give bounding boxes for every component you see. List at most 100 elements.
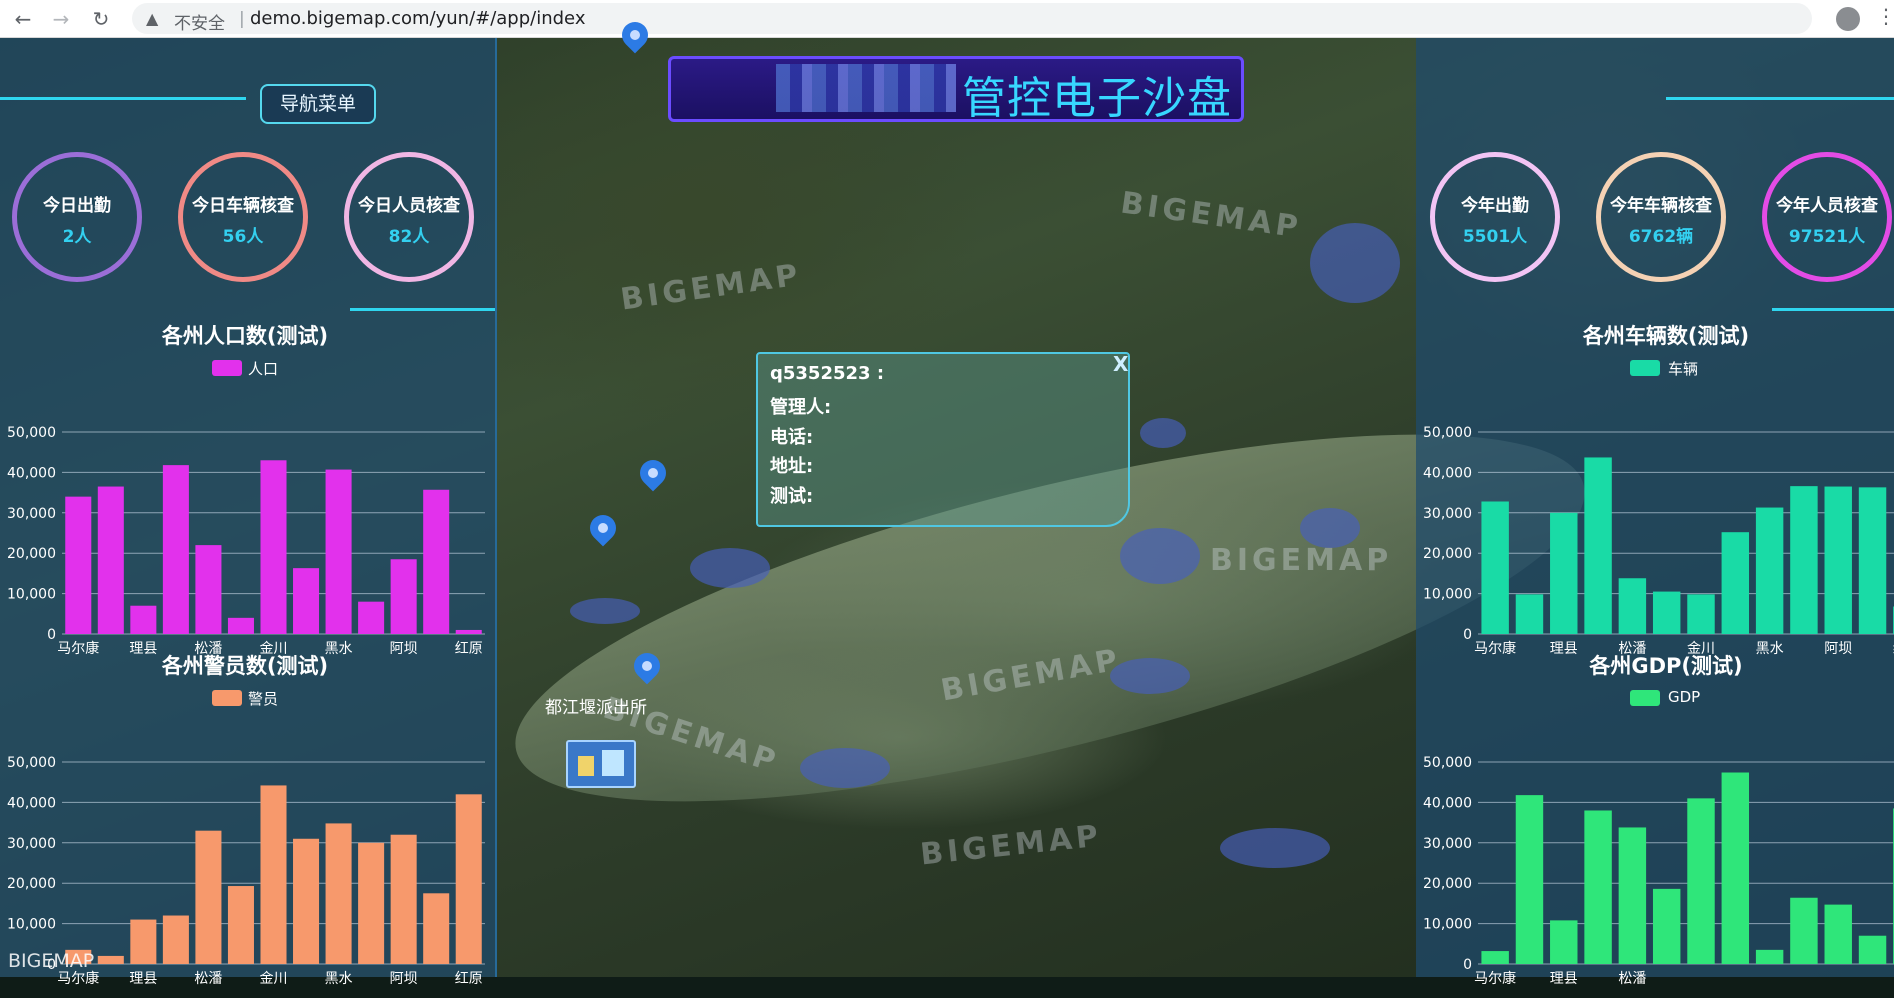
bar	[1755, 949, 1784, 964]
bar	[1652, 591, 1681, 634]
police-station-icon[interactable]	[566, 740, 636, 788]
bar	[227, 617, 254, 634]
bar	[1618, 827, 1647, 964]
water-area	[1220, 828, 1330, 868]
bar	[227, 886, 254, 964]
stat-label: 今年车辆核查	[1610, 196, 1712, 216]
water-area	[1120, 528, 1200, 584]
bar	[1721, 532, 1750, 634]
close-icon[interactable]: X	[1113, 352, 1128, 376]
avatar-icon[interactable]	[1836, 7, 1860, 31]
water-area	[1140, 418, 1186, 448]
bar	[1515, 795, 1544, 964]
chart-title-vehicles: 各州车辆数(测试)	[1582, 324, 1750, 348]
warning-icon[interactable]: ▲	[146, 9, 158, 28]
stat-label: 今日人员核查	[358, 196, 460, 216]
bar	[293, 568, 320, 634]
browser-toolbar: ← → ↻ ▲ 不安全 | demo.bigemap.com/yun/#/app…	[0, 0, 1894, 38]
bar	[1790, 897, 1818, 964]
bar	[1687, 594, 1715, 634]
legend-label: 车辆	[1668, 360, 1699, 378]
y-tick-label: 30,000	[7, 836, 56, 852]
panel-divider	[1666, 97, 1894, 100]
water-area	[690, 548, 770, 588]
y-tick-label: 30,000	[7, 506, 56, 522]
station-label: 都江堰派出所	[545, 698, 647, 718]
bar	[1550, 920, 1578, 964]
y-tick-label: 20,000	[7, 546, 56, 562]
bigemap-logo: BIGEMAP	[8, 950, 95, 972]
x-tick-label: 马尔康	[1474, 970, 1516, 987]
url-text[interactable]: demo.bigemap.com/yun/#/app/index	[250, 8, 585, 29]
stat-ring-today-vehicles: 今日车辆核查 56人	[178, 152, 308, 282]
legend-label: GDP	[1668, 688, 1701, 706]
bar	[1584, 810, 1612, 964]
arrow-left-icon[interactable]: ←	[10, 6, 36, 32]
x-tick-label: 理县	[1550, 971, 1578, 987]
bar	[1755, 507, 1784, 634]
legend-swatch	[212, 690, 242, 706]
stat-value: 97521人	[1788, 227, 1866, 247]
map-watermark: BIGEMAP	[1210, 543, 1393, 578]
redacted-text	[776, 64, 956, 112]
legend-label: 人口	[248, 360, 279, 378]
bar	[162, 465, 189, 634]
bar	[358, 601, 385, 634]
left-panel: 导航菜单 今日出勤 2人 今日车辆核查 56人 今日人员核查 82人 各州人口数…	[0, 38, 497, 987]
stat-label: 今年出勤	[1461, 196, 1529, 216]
legend-swatch	[212, 360, 242, 376]
bar	[1824, 904, 1852, 964]
bar	[325, 469, 352, 634]
vehicles-bar-chart: 50,00040,00030,00020,00010,0000马尔康 理县 松潘 金川…	[1423, 425, 1894, 657]
door	[578, 756, 594, 776]
bar	[65, 496, 92, 634]
x-tick-label: 马尔康	[57, 970, 99, 987]
stat-value: 6762辆	[1628, 227, 1694, 247]
bar	[455, 794, 482, 964]
legend-label: 警员	[248, 690, 279, 708]
y-tick-label: 30,000	[1423, 836, 1472, 852]
arrow-right-icon[interactable]: →	[48, 6, 74, 32]
more-vertical-icon[interactable]: ⋮	[1876, 4, 1894, 28]
reload-icon[interactable]: ↻	[88, 6, 114, 32]
bar	[1824, 486, 1852, 634]
stat-value: 5501人	[1462, 227, 1528, 247]
x-tick-label: 阿坝	[390, 971, 418, 987]
bar	[1481, 501, 1509, 634]
legend-swatch	[1630, 690, 1660, 706]
bar	[195, 545, 222, 634]
right-panel: 今年出勤 5501人 今年车辆核查 6762辆 今年人员核查 97521人 各州…	[1416, 38, 1894, 987]
chart-title-gdp: 各州GDP(测试)	[1589, 654, 1743, 678]
y-tick-label: 50,000	[1423, 425, 1472, 441]
bar	[130, 919, 157, 964]
bar	[358, 842, 385, 964]
y-tick-label: 0	[1463, 627, 1472, 643]
address-bar[interactable]: ▲ 不安全 | demo.bigemap.com/yun/#/app/index…	[132, 3, 1812, 34]
stat-label: 今年人员核查	[1776, 196, 1878, 216]
y-tick-label: 40,000	[1423, 465, 1472, 481]
x-tick-label: 松潘	[1618, 971, 1646, 987]
bar	[162, 915, 189, 964]
stat-ring-today-attendance: 今日出勤 2人	[12, 152, 142, 282]
bar	[1618, 578, 1647, 634]
y-tick-label: 40,000	[1423, 795, 1472, 811]
x-tick-label: 红原	[455, 971, 483, 987]
stat-ring-year-attendance: 今年出勤 5501人	[1430, 152, 1560, 282]
bar	[1515, 594, 1544, 634]
x-tick-label: 理县	[129, 971, 157, 987]
y-tick-label: 0	[47, 627, 56, 643]
bar	[390, 834, 417, 964]
bar	[293, 838, 320, 964]
y-tick-label: 10,000	[7, 917, 56, 933]
security-text[interactable]: 不安全	[174, 9, 225, 34]
bar	[423, 893, 450, 964]
stat-label: 今日车辆核查	[192, 196, 294, 216]
y-tick-label: 0	[1463, 957, 1472, 973]
x-tick-label: 黑水	[325, 971, 353, 987]
y-tick-label: 40,000	[7, 795, 56, 811]
nav-menu-button[interactable]: 导航菜单	[260, 84, 376, 124]
x-tick-label: 松潘	[194, 971, 222, 987]
bar	[1652, 888, 1681, 964]
bar	[195, 830, 222, 964]
x-tick-label: 金川	[260, 971, 288, 987]
